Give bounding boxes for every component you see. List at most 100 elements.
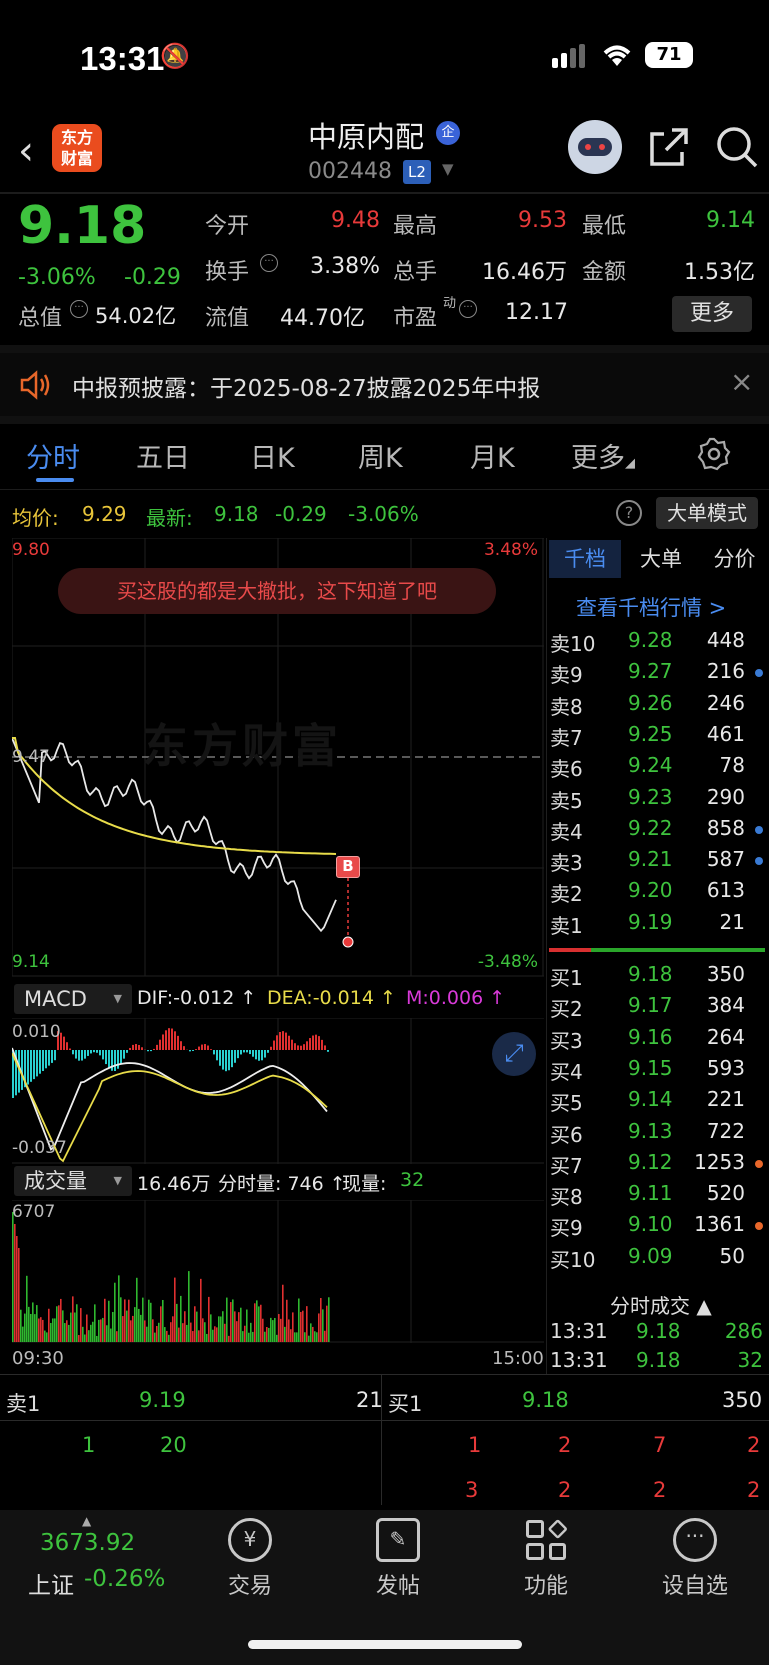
ask-volume: 461	[706, 721, 745, 746]
volume-bar	[70, 1312, 72, 1342]
tab-daily-k[interactable]: 日K	[250, 436, 295, 475]
tab-five-day[interactable]: 五日	[136, 436, 190, 475]
bid-row[interactable]: 买10 9.09 50	[550, 1244, 769, 1275]
volume-bar	[192, 1331, 194, 1342]
ask-level: 卖3	[550, 851, 583, 876]
l2-bid-queue-item: 2	[747, 1478, 761, 1502]
bid-row[interactable]: 买8 9.11 520	[550, 1181, 769, 1212]
volume-bar	[118, 1275, 120, 1342]
macd-bar	[279, 1031, 281, 1050]
avg-value: 9.29	[82, 502, 127, 526]
bid-row[interactable]: 买3 9.16 264	[550, 1025, 769, 1056]
float-cap-value: 44.70亿	[280, 306, 365, 331]
bid-row[interactable]: 买5 9.14 221	[550, 1087, 769, 1118]
search-icon[interactable]	[714, 124, 760, 170]
high-label: 最高	[393, 214, 438, 239]
orderbook-tab-big[interactable]: 大单	[628, 540, 694, 578]
share-icon[interactable]	[646, 126, 690, 170]
bid-row[interactable]: 买1 9.18 350	[550, 962, 769, 993]
big-order-mode-button[interactable]: 大单模式	[656, 497, 758, 529]
ask-row[interactable]: 卖3 9.21 587	[550, 847, 769, 878]
robot-avatar-icon[interactable]	[568, 120, 622, 174]
tab-monthly-k[interactable]: 月K	[470, 436, 515, 475]
ask-row[interactable]: 卖6 9.24 78	[550, 753, 769, 784]
bid-row[interactable]: 买2 9.17 384	[550, 993, 769, 1024]
bid-row[interactable]: 买9 9.10 1361	[550, 1212, 769, 1243]
ask-row[interactable]: 卖9 9.27 216	[550, 659, 769, 690]
volume-bar	[194, 1306, 196, 1342]
buy-marker[interactable]: B	[336, 856, 360, 878]
ask-row[interactable]: 卖1 9.19 21	[550, 910, 769, 941]
volume-bar	[18, 1248, 20, 1342]
macd-bar	[141, 1047, 143, 1050]
macd-selector[interactable]: MACD ▼	[14, 984, 132, 1014]
volume-bar	[34, 1314, 36, 1342]
volume-bar	[120, 1297, 122, 1342]
macd-bar	[159, 1039, 161, 1050]
back-icon[interactable]: ‹	[18, 128, 34, 174]
clock: 13:31	[80, 40, 165, 77]
help-icon[interactable]: ?	[616, 500, 642, 526]
chevron-down-icon[interactable]: ▼	[442, 160, 454, 178]
tab-weekly-k[interactable]: 周K	[358, 436, 403, 475]
macd-bar	[171, 1028, 173, 1050]
macd-bar	[195, 1049, 197, 1050]
info-icon[interactable]: ···	[70, 300, 88, 318]
macd-bar	[123, 1050, 125, 1059]
gear-icon[interactable]	[697, 437, 731, 471]
macd-bar	[117, 1050, 119, 1069]
ask-row[interactable]: 卖4 9.22 858	[550, 816, 769, 847]
ask-row[interactable]: 卖7 9.25 461	[550, 722, 769, 753]
volume-bar	[16, 1236, 18, 1342]
signal-icon	[552, 44, 588, 68]
macd-bar	[207, 1045, 209, 1050]
macd-bar	[252, 1050, 254, 1057]
depth-quote-link[interactable]: 查看千档行情 >	[576, 592, 726, 622]
orderbook-tab-price[interactable]: 分价	[700, 540, 769, 578]
volume-bar	[156, 1325, 158, 1342]
tab-intraday[interactable]: 分时	[26, 436, 80, 475]
bid-row[interactable]: 买6 9.13 722	[550, 1119, 769, 1150]
macd-bar	[315, 1034, 317, 1050]
volume-selector[interactable]: 成交量 ▼	[14, 1166, 132, 1196]
more-button[interactable]: 更多	[672, 296, 752, 332]
bid-row[interactable]: 买4 9.15 593	[550, 1056, 769, 1087]
notice-bar[interactable]: 中报预披露：于2025-08-27披露2025年中报 ×	[0, 353, 769, 416]
expand-icon[interactable]: ⤢	[492, 1032, 536, 1076]
ask-row[interactable]: 卖8 9.26 246	[550, 691, 769, 722]
nav-watchlist[interactable]: ··· 设自选	[650, 1518, 740, 1600]
comment-banner[interactable]: 买这股的都是大撤批，这下知道了吧	[58, 568, 496, 614]
volume-bar	[158, 1322, 160, 1342]
info-icon[interactable]: ···	[459, 300, 477, 318]
macd-bar	[114, 1050, 116, 1072]
nav-post[interactable]: ✎ 发帖	[358, 1518, 438, 1600]
nav-functions[interactable]: 功能	[506, 1518, 586, 1600]
volume-bar	[312, 1326, 314, 1342]
volume-bar	[296, 1332, 298, 1342]
volume-bar	[272, 1320, 274, 1342]
volume-bar	[250, 1322, 252, 1342]
volume-bar	[50, 1323, 52, 1342]
tab-more[interactable]: 更多◢	[571, 436, 635, 475]
volume-bar	[46, 1332, 48, 1342]
orderbook-tab-depth[interactable]: 千档	[549, 540, 621, 578]
nav-trade[interactable]: ¥ 交易	[210, 1518, 290, 1600]
big-order-dot	[755, 825, 763, 834]
ask-row[interactable]: 卖2 9.20 613	[550, 878, 769, 909]
bid-level: 买10	[550, 1247, 596, 1272]
l2-ask-queue-item: 20	[160, 1433, 187, 1457]
macd-chart[interactable]: 0.010 -0.037 ⤢	[12, 1018, 544, 1164]
bid-row[interactable]: 买7 9.12 1253	[550, 1150, 769, 1181]
index-ticker[interactable]: ▲ 3673.92 上证 -0.26%	[20, 1510, 190, 1610]
intraday-chart[interactable]: 9.80 3.48% 9.47 9.14 -3.48% 东方财富 买这股的都是大…	[12, 538, 544, 978]
info-icon[interactable]: ···	[260, 254, 278, 272]
ask-row[interactable]: 卖10 9.28 448	[550, 628, 769, 659]
trades-header[interactable]: 分时成交 ▲	[610, 1290, 712, 1319]
macd-bar	[102, 1050, 104, 1060]
ask-row[interactable]: 卖5 9.23 290	[550, 785, 769, 816]
l2-ask-label: 卖1	[6, 1392, 41, 1416]
close-icon[interactable]: ×	[730, 365, 753, 398]
level-badge[interactable]: L2	[403, 160, 431, 184]
volume-bar	[140, 1314, 142, 1342]
volume-chart[interactable]: 6707	[12, 1200, 544, 1343]
